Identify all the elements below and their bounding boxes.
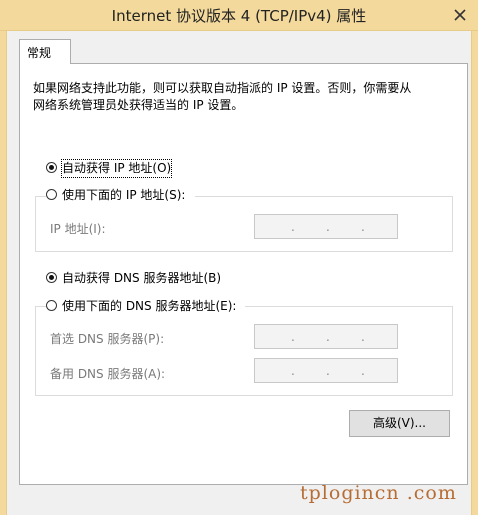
close-icon[interactable] [450,5,470,25]
alternate-dns-input: . . . [254,358,398,383]
radio-auto-ip-label: 自动获得 IP 地址(O) [60,159,173,178]
radio-manual-ip-dot[interactable] [46,189,57,200]
radio-auto-ip[interactable]: 自动获得 IP 地址(O) [46,159,190,178]
title-bar[interactable]: Internet 协议版本 4 (TCP/IPv4) 属性 [0,0,478,31]
radio-manual-dns-label: 使用下面的 DNS 服务器地址(E): [62,299,237,313]
radio-manual-ip-label: 使用下面的 IP 地址(S): [62,188,186,202]
preferred-dns-input: . . . [254,324,398,349]
radio-manual-ip[interactable]: 使用下面的 IP 地址(S): [46,187,195,205]
radio-auto-dns[interactable]: 自动获得 DNS 服务器地址(B) [46,270,232,288]
advanced-button[interactable]: 高级(V)... [349,410,450,437]
preferred-dns-dot-2: . [326,330,330,344]
watermark-text: tplogincn .com [300,482,457,504]
radio-manual-dns[interactable]: 使用下面的 DNS 服务器地址(E): [46,298,245,316]
tab-general[interactable]: 常规 [19,39,71,64]
ip-address-dot-1: . [291,220,295,234]
preferred-dns-label: 首选 DNS 服务器(P): [50,332,165,346]
alternate-dns-dot-3: . [361,364,365,378]
description-text: 如果网络支持此功能，则可以获取自动指派的 IP 设置。否则，你需要从 网络系统管… [33,80,443,114]
preferred-dns-dot-1: . [291,330,295,344]
description-line-2: 网络系统管理员处获得适当的 IP 设置。 [33,98,244,112]
tab-general-label: 常规 [27,46,52,60]
radio-manual-dns-dot[interactable] [46,300,57,311]
ip-address-input: . . . [254,214,398,239]
radio-auto-dns-dot[interactable] [46,272,57,283]
alternate-dns-dot-2: . [326,364,330,378]
ip-address-dot-3: . [361,220,365,234]
radio-auto-dns-label: 自动获得 DNS 服务器地址(B) [62,271,222,285]
alternate-dns-label: 备用 DNS 服务器(A): [50,367,166,381]
window-title: Internet 协议版本 4 (TCP/IPv4) 属性 [111,7,367,25]
alternate-dns-dot-1: . [291,364,295,378]
preferred-dns-dot-3: . [361,330,365,344]
ip-address-label: IP 地址(I): [50,222,106,236]
radio-auto-ip-dot[interactable] [46,162,57,173]
window-frame-right [472,30,478,515]
ip-address-dot-2: . [326,220,330,234]
advanced-button-label: 高级(V)... [372,416,427,430]
description-line-1: 如果网络支持此功能，则可以获取自动指派的 IP 设置。否则，你需要从 [33,81,412,95]
